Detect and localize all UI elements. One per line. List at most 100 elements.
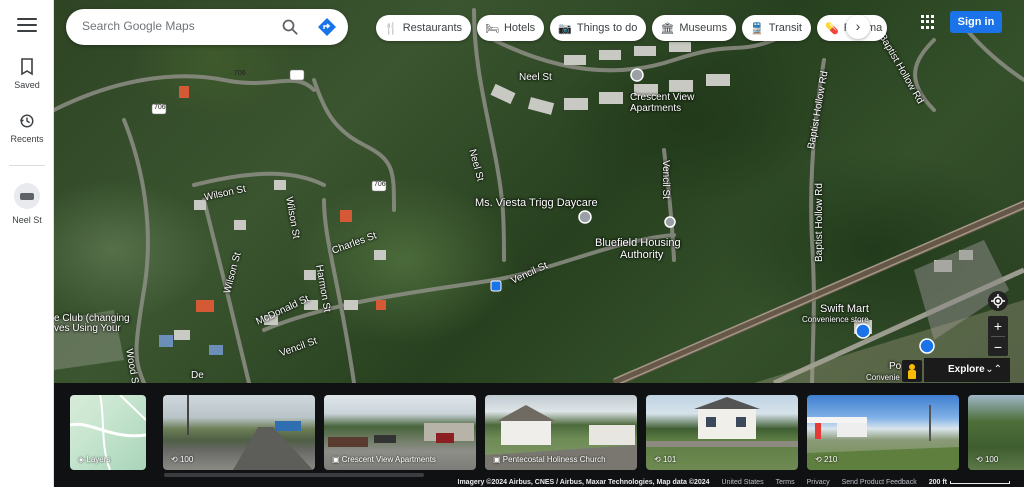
satellite-map[interactable]: 706 706 706 Neel St Neel St Crescent Vie… — [54, 0, 1024, 383]
feedback-link[interactable]: Send Product Feedback — [842, 479, 917, 486]
caption-text: Layers — [86, 455, 111, 464]
photo-icon: ▣ — [332, 455, 340, 464]
zoom-control: + − — [988, 316, 1008, 356]
search-icon[interactable] — [281, 18, 299, 36]
map-label-neel-st: Neel St — [519, 72, 552, 83]
chip-label: Museums — [679, 22, 728, 34]
restaurant-icon: 🍴 — [384, 22, 398, 35]
imagery-attribution: Imagery ©2024 Airbus, CNES / Airbus, Max… — [457, 478, 710, 486]
360-icon: ⟲ — [171, 455, 178, 464]
map-label-line: Crescent View — [630, 92, 695, 103]
terms-link[interactable]: Terms — [776, 479, 795, 486]
map-label-swift-mart[interactable]: Swift Mart — [820, 303, 869, 315]
caption-text: 100 — [984, 455, 999, 464]
chevron-up-icon: ⌄⌃ — [985, 364, 1002, 375]
card-caption: ⟲ 210 — [815, 455, 837, 464]
map-roads — [54, 8, 1024, 383]
card-caption: ⟲ 101 — [654, 455, 676, 464]
360-icon: ⟲ — [815, 455, 822, 464]
chip-restaurants[interactable]: 🍴 Restaurants — [376, 15, 472, 41]
scale-line — [950, 480, 1010, 484]
scale-label: 200 ft — [928, 478, 947, 486]
map-label-line: Apartments — [630, 103, 682, 114]
caption-text: Pentecostal Holiness Church — [502, 455, 606, 464]
photo-strip: ◈ Layers ⟲ 100 ▣ Crescent View Apartment… — [54, 383, 1024, 478]
card-caption: ⟲ 100 — [976, 455, 998, 464]
map-label-club-2: ves Using Your — [54, 323, 121, 334]
street-thumbnail — [14, 183, 40, 209]
chip-label: Restaurants — [402, 22, 463, 34]
chip-hotels[interactable]: 🛏 Hotels — [477, 15, 545, 41]
caption-text: 210 — [823, 455, 838, 464]
road-706-label: 706 — [234, 70, 246, 77]
street-view-card[interactable]: ⟲ 210 — [807, 395, 959, 470]
card-caption: ▣ Crescent View Apartments — [332, 455, 436, 464]
street-view-card[interactable]: ⟲ 100 — [968, 395, 1024, 470]
chip-label: Hotels — [503, 22, 536, 34]
rail-item-label: Neel St — [12, 215, 42, 225]
my-location-button[interactable] — [988, 291, 1008, 311]
map-label-swift-mart-sub: Convenience store — [802, 315, 869, 324]
map-label-line: Authority — [620, 249, 664, 261]
scale-bar[interactable]: 200 ft — [929, 479, 1010, 486]
transit-icon: 🚆 — [750, 22, 764, 35]
pharmacy-icon: 💊 — [825, 22, 839, 35]
map-label-de: De — [191, 370, 204, 381]
map-label-line: Bluefield Housing — [595, 237, 681, 249]
history-icon — [19, 114, 34, 128]
privacy-link[interactable]: Privacy — [807, 479, 830, 486]
hotel-icon: 🛏 — [485, 22, 499, 35]
layers-icon: ◈ — [78, 455, 85, 464]
apps-grid-icon[interactable] — [921, 15, 935, 29]
search-box — [66, 9, 348, 45]
chip-museums[interactable]: 🏛 Museums — [652, 15, 737, 41]
directions-icon[interactable] — [317, 17, 337, 37]
360-icon: ⟲ — [976, 455, 983, 464]
bookmark-icon — [21, 58, 33, 76]
rail-item-label: Recents — [10, 134, 44, 144]
sign-in-button[interactable]: Sign in — [950, 11, 1002, 33]
chip-things-to-do[interactable]: 📷 Things to do — [550, 15, 647, 41]
search-input[interactable] — [82, 19, 272, 33]
map-label-baptist-hollow-rd-3: Baptist Hollow Rd — [814, 183, 825, 262]
explore-button[interactable]: Explore ⌄⌃ — [924, 358, 1010, 382]
location-icon — [991, 294, 1005, 308]
zoom-in-button[interactable]: + — [988, 316, 1008, 336]
rail-item-label: Saved — [14, 80, 40, 90]
zoom-out-button[interactable]: − — [988, 337, 1008, 357]
caption-text: 100 — [179, 455, 194, 464]
rail-item-recents[interactable]: Recents — [0, 112, 54, 144]
chevron-right-icon[interactable]: › — [846, 15, 870, 39]
museum-icon: 🏛 — [660, 22, 675, 35]
chip-transit[interactable]: 🚆 Transit — [742, 15, 811, 41]
photo-card[interactable]: ▣ Crescent View Apartments — [324, 395, 476, 470]
category-chips: 🍴 Restaurants 🛏 Hotels 📷 Things to do 🏛 Muse… — [376, 15, 887, 41]
map-label-po-sub: Convenie — [866, 373, 900, 382]
caption-text: 101 — [662, 455, 677, 464]
map-label-daycare[interactable]: Ms. Viesta Trigg Daycare — [475, 197, 598, 209]
rail-divider — [9, 165, 45, 166]
map-label-vencil-st-vertical: Vencil St — [660, 160, 671, 199]
menu-icon[interactable] — [17, 18, 37, 34]
caption-text: Crescent View Apartments — [341, 455, 436, 464]
road-706-label: 706 — [374, 181, 386, 188]
street-view-card[interactable]: ⟲ 100 — [163, 395, 315, 470]
map-label-crescent-view: Crescent View Apartments — [630, 92, 694, 114]
pegman-icon[interactable] — [902, 360, 922, 382]
photo-card[interactable]: ▣ Pentecostal Holiness Church — [485, 395, 637, 470]
chip-label: Things to do — [576, 22, 638, 34]
camera-icon: 📷 — [558, 22, 572, 35]
road-706-label: 706 — [154, 104, 166, 111]
card-caption: ▣ Pentecostal Holiness Church — [493, 455, 606, 464]
layers-button[interactable]: ◈ Layers — [70, 395, 146, 470]
rail-item-neel-st[interactable]: Neel St — [0, 183, 54, 225]
map-label-housing-authority[interactable]: Bluefield Housing Authority — [595, 237, 681, 261]
street-view-card[interactable]: ⟲ 101 — [646, 395, 798, 470]
country-link[interactable]: United States — [722, 479, 764, 486]
explore-label: Explore — [948, 364, 985, 375]
360-icon: ⟲ — [654, 455, 661, 464]
rail-item-saved[interactable]: Saved — [0, 58, 54, 90]
photo-icon: ▣ — [493, 455, 501, 464]
chip-label: Transit — [768, 22, 802, 34]
map-label-po: Po — [889, 361, 902, 372]
